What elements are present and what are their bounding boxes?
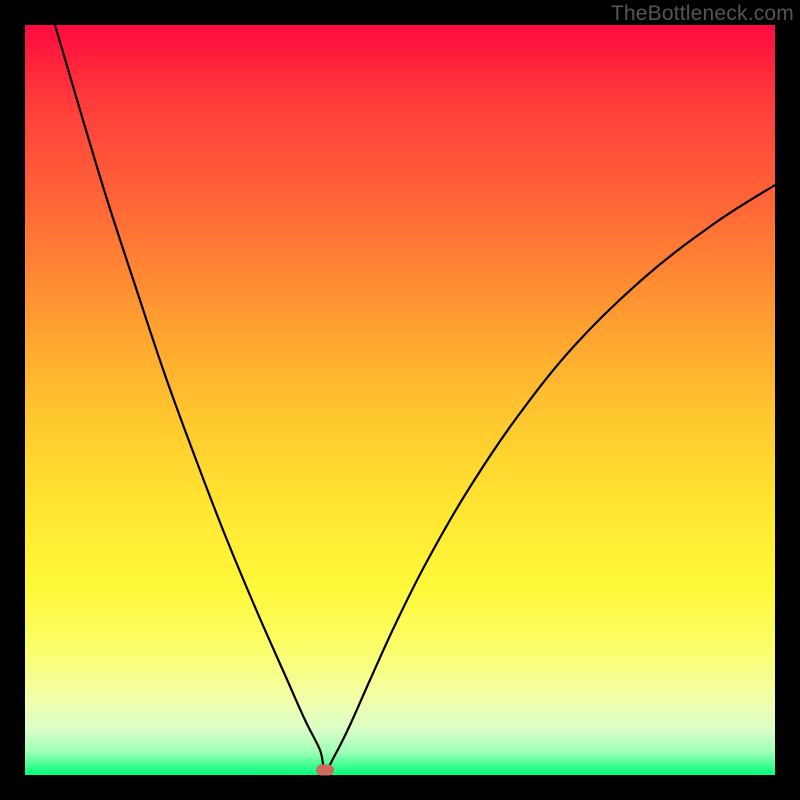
min-marker [316, 765, 334, 776]
chart-frame [25, 25, 775, 775]
plot-background-gradient [25, 25, 775, 775]
watermark-text: TheBottleneck.com [611, 2, 794, 26]
